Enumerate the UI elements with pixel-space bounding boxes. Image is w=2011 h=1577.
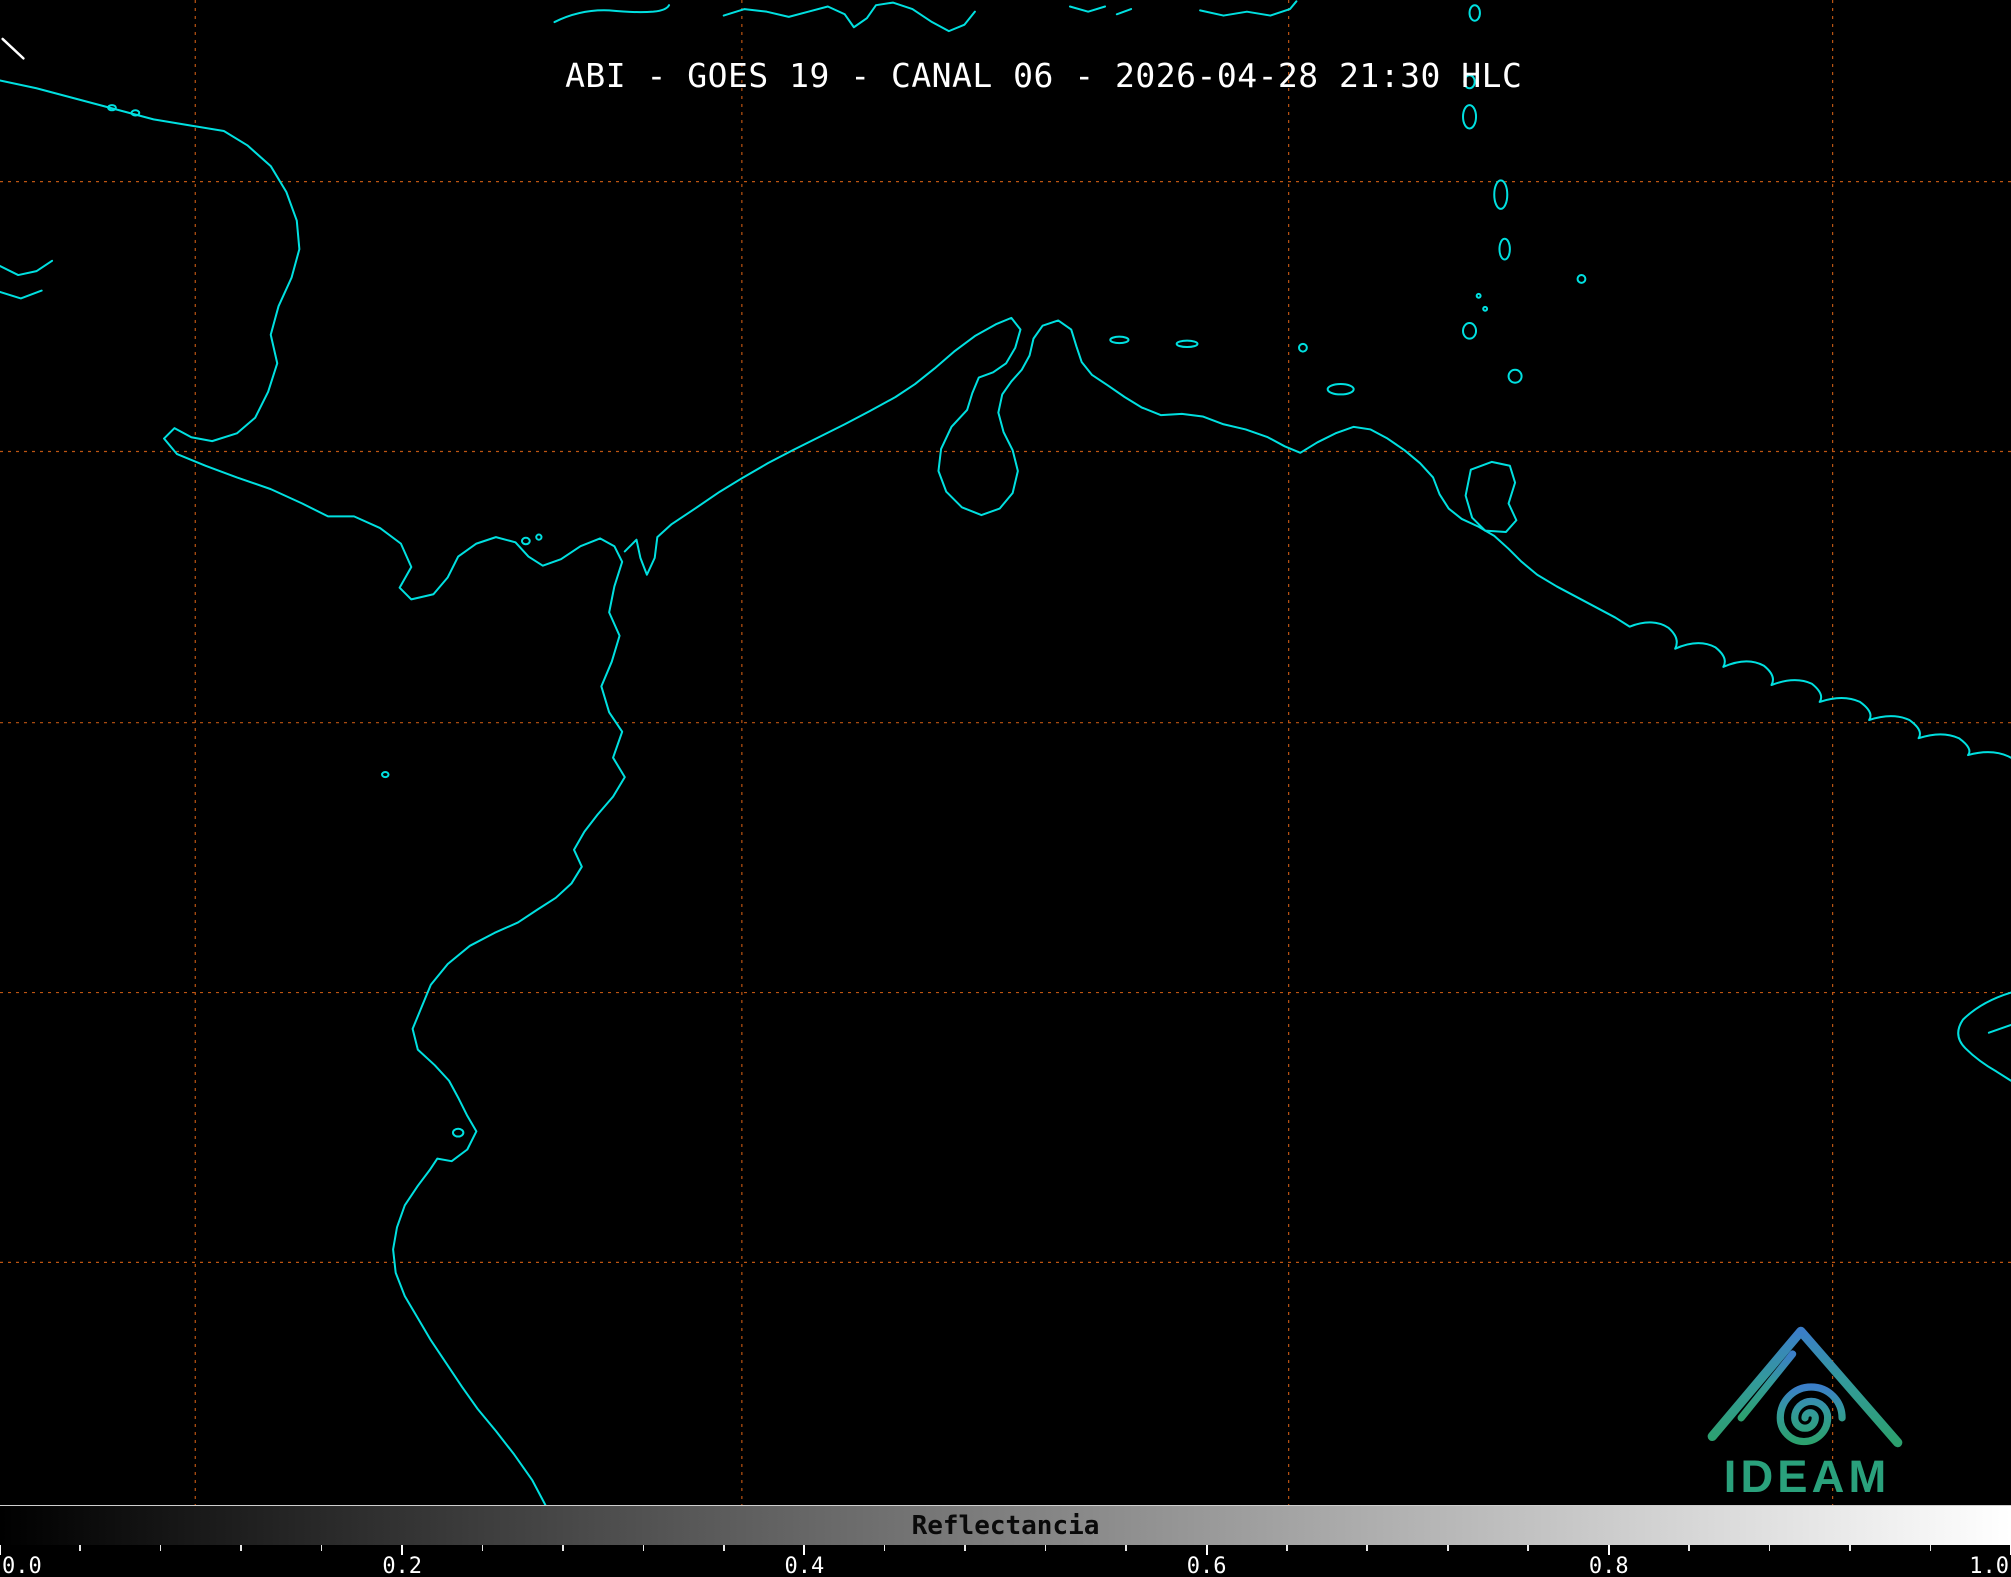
island-outline xyxy=(1499,239,1509,260)
axis-tick-label: 0.4 xyxy=(784,1554,825,1577)
island-outline xyxy=(1328,384,1354,394)
coastline-path xyxy=(1989,1025,2011,1033)
axis-minor-tick xyxy=(1286,1545,1288,1551)
island-outline xyxy=(1578,275,1586,283)
axis-minor-tick xyxy=(1044,1545,1047,1551)
frame-fragments xyxy=(3,39,24,58)
axis-minor-tick xyxy=(1527,1545,1529,1551)
island-outline xyxy=(1177,341,1198,347)
coastline-path xyxy=(1117,9,1131,14)
satellite-image-viewport: ABI - GOES 19 - CANAL 06 - 2026-04-28 21… xyxy=(0,0,2011,1577)
axis-tick-label: 0.8 xyxy=(1588,1554,1629,1577)
axis-minor-tick xyxy=(1446,1545,1449,1551)
colorbar-axis: 0.0 0.2 0.4 0.6 0.8 1.0 xyxy=(0,1545,2011,1577)
coastline-path xyxy=(1070,6,1105,11)
island-outline xyxy=(522,538,530,544)
graticule-grid xyxy=(0,0,2011,1505)
coastline-path xyxy=(1466,462,1517,532)
island-outline xyxy=(536,535,541,540)
island-outline xyxy=(1110,337,1128,343)
coastline-path xyxy=(1200,1,1296,15)
axis-minor-tick xyxy=(642,1545,645,1551)
axis-tick-label: 0.2 xyxy=(382,1554,423,1577)
coastline-path xyxy=(0,80,625,1505)
island-outline xyxy=(1494,180,1507,209)
coastlines xyxy=(0,1,2011,1505)
island-outline xyxy=(1299,344,1307,352)
map-canvas xyxy=(0,0,2011,1505)
axis-minor-tick xyxy=(964,1545,966,1551)
colorbar: Reflectancia xyxy=(0,1505,2011,1545)
axis-major-tick xyxy=(0,1545,1,1555)
satellite-map: ABI - GOES 19 - CANAL 06 - 2026-04-28 21… xyxy=(0,0,2011,1505)
axis-minor-tick xyxy=(159,1545,162,1551)
axis-tick-label: 1.0 xyxy=(1969,1554,2009,1577)
image-title: ABI - GOES 19 - CANAL 06 - 2026-04-28 21… xyxy=(565,56,1523,95)
axis-minor-tick xyxy=(240,1545,242,1551)
axis-minor-tick xyxy=(562,1545,564,1551)
axis-minor-tick xyxy=(1929,1545,1932,1551)
island-outline xyxy=(1477,294,1481,298)
island-outline xyxy=(1463,105,1476,128)
axis-minor-tick xyxy=(320,1545,323,1551)
logo-spiral-icon xyxy=(1776,1383,1846,1445)
logo-text: IDEAM xyxy=(1724,1451,1891,1499)
axis-minor-tick xyxy=(481,1545,484,1551)
frame-fragment xyxy=(3,39,24,58)
island-outline xyxy=(453,1129,463,1137)
axis-tick-label: 0.0 xyxy=(2,1554,42,1577)
axis-minor-tick xyxy=(79,1545,82,1551)
colorbar-label: Reflectancia xyxy=(911,1510,1100,1541)
island-outline xyxy=(1483,307,1487,311)
axis-tick-label: 0.6 xyxy=(1186,1554,1227,1577)
coastline-path xyxy=(625,318,2011,758)
ideam-logo: IDEAM xyxy=(1707,1326,1903,1499)
axis-minor-tick xyxy=(722,1545,725,1551)
island-outline xyxy=(1470,5,1480,21)
island-outline xyxy=(1509,370,1522,383)
island-outline xyxy=(1463,323,1476,339)
coastline-path xyxy=(554,5,669,22)
coastline-path xyxy=(1958,993,2011,1081)
axis-minor-tick xyxy=(883,1545,886,1551)
axis-minor-tick xyxy=(1768,1545,1771,1551)
axis-minor-tick xyxy=(1688,1545,1690,1551)
axis-minor-tick xyxy=(1125,1545,1127,1551)
coastline-path xyxy=(0,261,52,275)
island-outline xyxy=(382,772,389,777)
axis-minor-tick xyxy=(1849,1545,1851,1551)
coastline-path xyxy=(0,291,42,299)
coastline-path xyxy=(724,3,975,32)
island-outlines xyxy=(108,5,1585,1136)
axis-minor-tick xyxy=(1366,1545,1369,1551)
